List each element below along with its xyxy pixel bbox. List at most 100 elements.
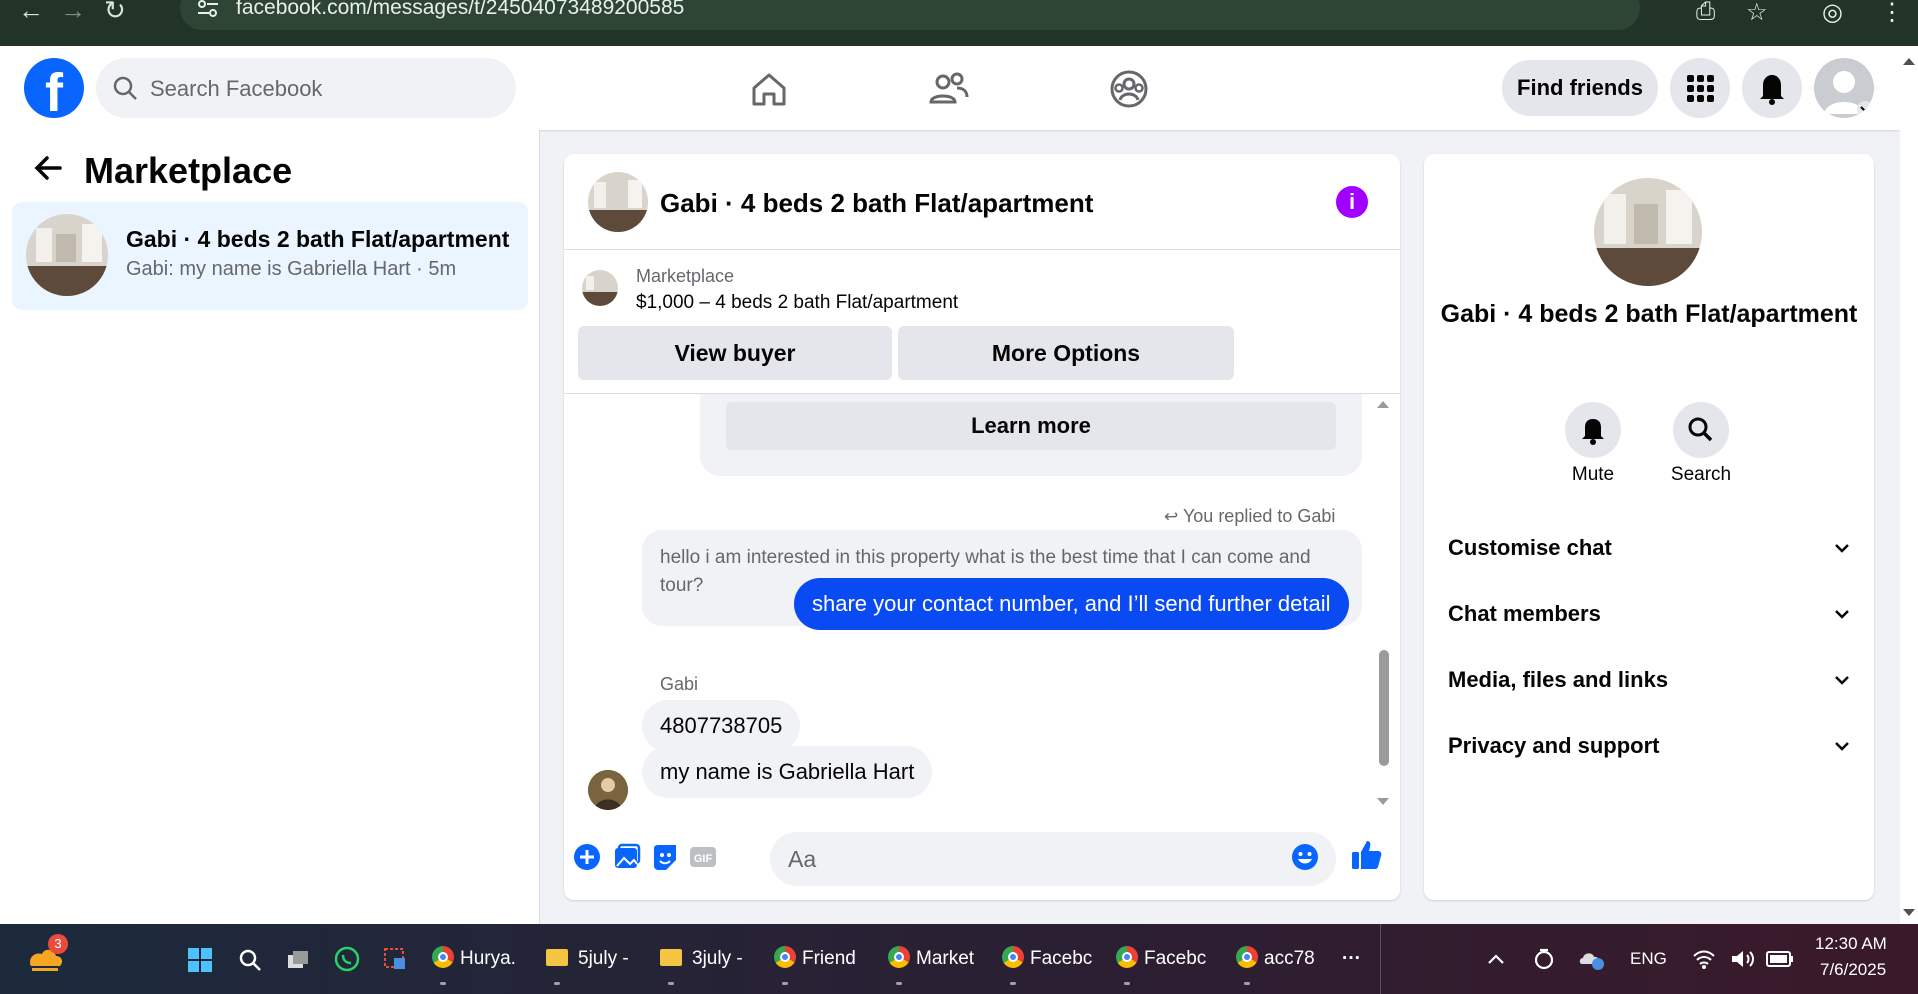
mute-button[interactable]	[1565, 402, 1621, 458]
sync-icon[interactable]	[1532, 946, 1556, 972]
taskbar-item-label: Market	[916, 948, 975, 969]
incoming-message[interactable]: 4807738705	[642, 700, 801, 752]
facebook-top-nav: f Search Facebook Find friends	[0, 46, 1900, 130]
sender-avatar[interactable]	[588, 770, 628, 810]
sticker-icon[interactable]	[650, 842, 680, 872]
taskbar-item[interactable]: Facebc	[1002, 944, 1092, 974]
taskbar-item-label: Friend	[802, 948, 856, 969]
chrome-icon	[432, 946, 454, 968]
scroll-down-arrow-icon[interactable]	[1376, 796, 1390, 808]
incoming-message[interactable]: my name is Gabriella Hart	[642, 746, 933, 798]
facebook-logo[interactable]: f	[24, 58, 84, 118]
windows-start-icon[interactable]	[188, 948, 212, 972]
taskbar-item[interactable]: 5july -	[546, 944, 629, 974]
conversation-title: Gabi · 4 beds 2 bath Flat/apartment	[126, 226, 510, 252]
sender-name: Gabi	[660, 674, 699, 694]
task-view-icon[interactable]	[286, 948, 310, 972]
customise-chat-section[interactable]: Customise chat	[1448, 528, 1852, 568]
scroll-up-arrow-icon[interactable]	[1376, 398, 1390, 410]
listing-thumbnail[interactable]	[582, 270, 618, 306]
chevron-up-icon[interactable]	[1486, 950, 1506, 968]
back-arrow-icon[interactable]	[32, 152, 64, 184]
learn-more-button[interactable]: Learn more	[726, 402, 1336, 450]
chat-members-section[interactable]: Chat members	[1448, 594, 1852, 634]
search-input[interactable]: Search Facebook	[96, 58, 516, 118]
bookmark-star-icon[interactable]: ☆	[1746, 0, 1768, 27]
search-label: Search	[1670, 464, 1732, 485]
section-label: Chat members	[1448, 601, 1601, 626]
taskbar-item[interactable]: Market	[888, 944, 974, 974]
gif-icon[interactable]: GIF	[688, 842, 718, 872]
chevron-down-icon	[1835, 742, 1849, 751]
groups-icon[interactable]	[1106, 66, 1152, 112]
message-scroll-thumb[interactable]	[1379, 650, 1389, 766]
forward-arrow-icon[interactable]: →	[60, 0, 86, 23]
find-friends-button[interactable]: Find friends	[1502, 60, 1658, 116]
chrome-icon	[1236, 946, 1258, 968]
plus-circle-icon[interactable]	[572, 842, 602, 872]
running-indicator	[782, 982, 788, 985]
widget-badge: 3	[48, 934, 68, 954]
emoji-icon[interactable]	[1290, 842, 1320, 872]
conversation-item[interactable]: Gabi · 4 beds 2 bath Flat/apartment Gabi…	[12, 202, 528, 310]
taskbar-search-icon[interactable]	[238, 948, 262, 972]
message-input[interactable]: Aa	[770, 832, 1336, 886]
info-icon[interactable]: i	[1336, 186, 1368, 218]
page-scrollbar[interactable]	[1900, 46, 1918, 924]
widgets-button[interactable]: 3	[26, 934, 68, 980]
taskbar-overflow-button[interactable]: ···	[1342, 944, 1361, 974]
message-input-placeholder: Aa	[788, 846, 817, 872]
scroll-down-arrow-icon[interactable]	[1900, 906, 1918, 920]
browser-menu-icon[interactable]: ⋮	[1880, 0, 1904, 27]
search-button[interactable]	[1673, 402, 1729, 458]
chrome-icon	[888, 946, 910, 968]
clock-time[interactable]: 12:30 AM	[1815, 932, 1887, 956]
conversation-photo[interactable]	[1594, 178, 1702, 286]
left-sidebar: Marketplace Gabi · 4 beds 2 bath Flat/ap…	[0, 130, 540, 924]
snipping-tool-icon[interactable]	[382, 946, 408, 972]
language-indicator[interactable]: ENG	[1630, 944, 1667, 974]
site-settings-icon[interactable]	[196, 0, 220, 18]
reload-icon[interactable]: ↻	[104, 0, 126, 23]
cloud-security-icon[interactable]	[1578, 946, 1606, 972]
profile-icon[interactable]: ◎	[1822, 0, 1843, 27]
running-indicator	[896, 982, 902, 985]
url-text[interactable]: facebook.com/messages/t/2450407348920058…	[236, 0, 684, 20]
bell-icon	[1760, 75, 1784, 105]
install-app-icon[interactable]: ⎙	[1696, 0, 1715, 26]
running-indicator	[1010, 982, 1016, 985]
taskbar-item-label: 5july -	[578, 948, 629, 969]
conversation-preview: Gabi: my name is Gabriella Hart · 5m	[126, 258, 457, 280]
taskbar-item[interactable]: acc78	[1236, 944, 1315, 974]
grid-menu-icon	[1687, 75, 1714, 102]
friends-icon[interactable]	[926, 66, 972, 112]
privacy-support-section[interactable]: Privacy and support	[1448, 726, 1852, 766]
volume-icon[interactable]	[1730, 948, 1756, 970]
back-arrow-icon[interactable]: ←	[18, 0, 44, 23]
media-files-links-section[interactable]: Media, files and links	[1448, 660, 1852, 700]
message-list: Learn more ↩ You replied to Gabi hello i…	[564, 394, 1400, 812]
chrome-icon	[774, 946, 796, 968]
clock-date[interactable]: 7/6/2025	[1820, 958, 1886, 982]
thumbs-up-icon[interactable]	[1350, 838, 1384, 872]
chat-title[interactable]: Gabi · 4 beds 2 bath Flat/apartment	[660, 188, 1093, 219]
outgoing-message[interactable]: share your contact number, and I’ll send…	[794, 578, 1349, 630]
scroll-up-arrow-icon[interactable]	[1900, 54, 1918, 68]
view-buyer-button[interactable]: View buyer	[578, 326, 892, 380]
whatsapp-icon[interactable]	[334, 946, 360, 972]
listing-price[interactable]: $1,000 – 4 beds 2 bath Flat/apartment	[636, 292, 958, 314]
more-options-button[interactable]: More Options	[898, 326, 1234, 380]
wifi-icon[interactable]	[1692, 948, 1716, 970]
notifications-button[interactable]	[1742, 58, 1802, 118]
reply-indicator: ↩ You replied to Gabi	[1164, 506, 1335, 527]
battery-icon[interactable]	[1766, 950, 1794, 968]
home-icon[interactable]	[746, 66, 792, 112]
menu-button[interactable]	[1670, 58, 1730, 118]
account-avatar[interactable]	[1814, 58, 1874, 118]
taskbar-item[interactable]: 3july -	[660, 944, 743, 974]
chat-thumbnail[interactable]	[588, 172, 648, 232]
taskbar-item[interactable]: Facebc	[1116, 944, 1206, 974]
taskbar-item[interactable]: Hurya.	[432, 944, 516, 974]
photo-icon[interactable]	[612, 842, 642, 872]
taskbar-item[interactable]: Friend	[774, 944, 856, 974]
